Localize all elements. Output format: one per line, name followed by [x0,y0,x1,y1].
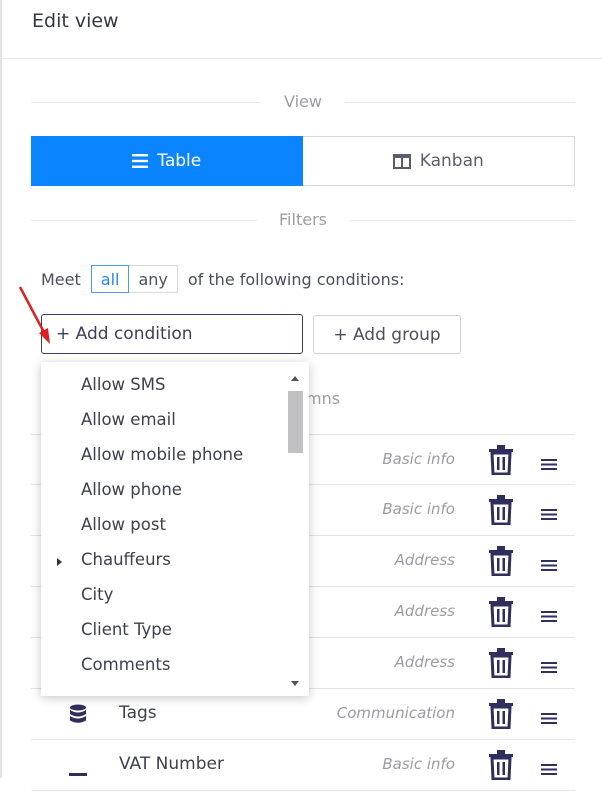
condition-field-dropdown: Allow SMS Allow email Allow mobile phone… [41,362,309,696]
column-row-category: Basic info [382,755,455,773]
column-row-category: Basic info [382,450,455,468]
columns-icon [392,153,411,169]
view-option-table-label: Table [157,151,202,171]
column-row: VAT Number Basic info [31,740,575,791]
drag-handle-icon[interactable] [541,505,557,524]
match-mode-row: Meet all any of the following conditions… [41,264,404,294]
scroll-up-arrow-icon[interactable] [291,376,299,381]
database-icon [69,704,87,728]
dropdown-item[interactable]: Allow email [81,410,176,429]
trash-icon[interactable] [487,495,515,529]
match-mode-all[interactable]: all [90,265,130,293]
trash-icon[interactable] [487,750,515,784]
view-type-switcher: Table Kanban [31,136,575,186]
minus-icon [69,762,87,781]
column-row-category: Address [394,653,455,671]
add-condition-button[interactable]: + Add condition [41,314,303,354]
list-icon [132,154,149,168]
drag-handle-icon[interactable] [541,658,557,677]
panel-header: Edit view [2,0,602,59]
drag-handle-icon[interactable] [541,455,557,474]
column-row-category: Communication [336,704,455,722]
match-mode-suffix: of the following conditions: [187,269,405,289]
dropdown-item[interactable]: Allow SMS [81,375,165,394]
trash-icon[interactable] [487,699,515,733]
drag-handle-icon[interactable] [541,607,557,626]
view-section-divider: View [31,92,575,112]
match-mode-toggle: all any [90,265,178,293]
dropdown-item[interactable]: Allow post [81,515,166,534]
column-row-category: Basic info [382,500,455,518]
annotation-arrow-icon [18,286,50,344]
column-row-name: Tags [119,703,157,723]
dropdown-item[interactable]: City [81,585,113,604]
submenu-caret-icon [57,558,62,566]
trash-icon[interactable] [487,597,515,631]
trash-icon[interactable] [487,546,515,580]
scroll-down-arrow-icon[interactable] [291,681,299,686]
dropdown-item[interactable]: Comments [81,655,170,674]
dropdown-item[interactable]: Allow phone [81,480,182,499]
view-option-kanban[interactable]: Kanban [302,136,575,186]
drag-handle-icon[interactable] [541,709,557,728]
dropdown-scrollbar[interactable] [287,370,303,690]
view-option-kanban-label: Kanban [419,151,484,171]
trash-icon[interactable] [487,648,515,682]
trash-icon[interactable] [487,445,515,479]
columns-section-label: mns [306,389,341,408]
drag-handle-icon[interactable] [541,760,557,779]
match-mode-any[interactable]: any [129,266,176,292]
add-group-button[interactable]: + Add group [313,315,461,354]
column-row-name: VAT Number [119,754,224,774]
column-row: Tags Communication [31,689,575,740]
column-row-category: Address [394,551,455,569]
scrollbar-thumb[interactable] [288,391,303,453]
column-row-category: Address [394,602,455,620]
dropdown-item[interactable]: Chauffeurs [81,550,171,569]
filters-section-divider: Filters [31,210,575,230]
drag-handle-icon[interactable] [541,556,557,575]
dropdown-item[interactable]: Allow mobile phone [81,445,243,464]
dropdown-item[interactable]: Client Type [81,620,172,639]
